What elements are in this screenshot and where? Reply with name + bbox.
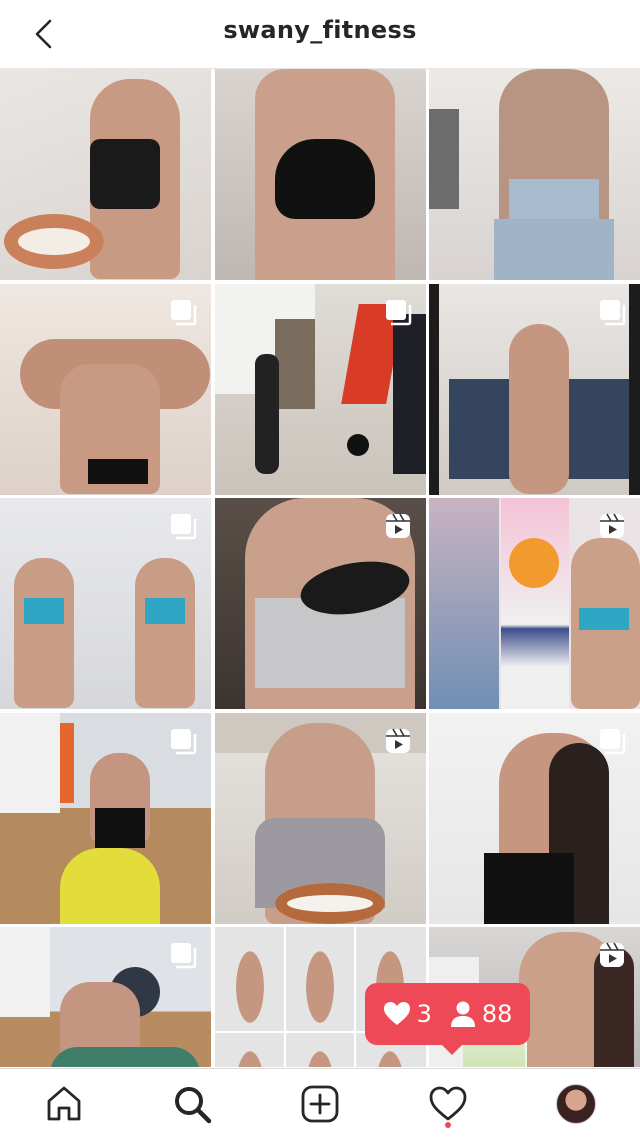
post-thumbnail-detail [509,538,559,588]
photo-grid [0,69,640,1067]
grid-post-12[interactable] [429,712,640,924]
carousel-icon [600,728,626,754]
post-thumbnail-detail [579,608,629,630]
grid-post-5[interactable] [214,283,426,495]
post-thumbnail [135,558,195,708]
post-thumbnail-detail [145,598,185,624]
activity-notification-bubble[interactable]: 3 88 [365,983,530,1055]
post-thumbnail-detail [429,109,459,209]
post-thumbnail-detail [90,139,160,209]
carousel-icon [385,299,411,325]
grid-post-1[interactable] [0,69,211,280]
home-icon [47,1086,81,1121]
bottom-navigation [0,1068,640,1139]
post-thumbnail-detail [60,722,74,803]
post-thumbnail-detail [88,458,148,484]
followers-count: 88 [481,1000,513,1028]
grid-post-7[interactable] [0,498,211,709]
grid-post-6[interactable] [429,283,640,495]
grid-post-9[interactable] [429,498,640,709]
carousel-icon [171,514,197,540]
reels-icon [600,513,624,538]
post-thumbnail-detail [60,847,160,924]
post-thumbnail-detail [494,219,614,280]
grid-post-11[interactable] [214,712,426,924]
post-thumbnail-detail [274,139,375,219]
grid-post-13[interactable] [0,927,211,1067]
grid-post-3[interactable] [429,69,640,280]
search-icon [175,1087,212,1124]
post-thumbnail-detail [254,353,279,474]
post-thumbnail-detail [274,882,385,924]
nav-activity-button[interactable] [418,1074,478,1134]
grid-post-4[interactable] [0,283,211,495]
carousel-icon [171,943,197,969]
post-thumbnail [14,558,74,708]
activity-dot [445,1122,451,1128]
reels-icon [600,942,624,967]
grid-post-2[interactable] [214,69,426,280]
post-thumbnail [0,927,50,1017]
post-thumbnail-detail [484,852,574,924]
nav-profile-button[interactable] [546,1074,606,1134]
activity-heart-icon [429,1086,467,1121]
top-bar: swany_fitness [0,0,640,69]
person-icon [450,1001,475,1027]
post-thumbnail-detail [392,313,426,474]
heart-icon [383,1002,410,1025]
post-thumbnail-detail [274,318,315,409]
profile-avatar [556,1084,596,1124]
grid-post-8[interactable] [214,498,426,709]
likes-count: 3 [416,1000,432,1028]
followers-group: 88 [450,1000,513,1028]
post-thumbnail [429,498,499,709]
post-thumbnail-detail [24,598,64,624]
post-thumbnail-detail [509,179,599,219]
post-thumbnail [0,712,60,813]
post-thumbnail-detail [501,498,569,709]
nav-search-button[interactable] [162,1074,222,1134]
post-thumbnail-detail [509,323,569,494]
post-thumbnail-detail [95,807,145,848]
reels-icon [385,728,410,753]
reels-icon [385,513,410,538]
new-post-icon [301,1085,339,1123]
carousel-icon [171,728,197,754]
post-thumbnail-detail [50,1047,200,1067]
likes-group: 3 [383,1000,432,1028]
nav-home-button[interactable] [34,1074,94,1134]
post-thumbnail-detail [4,214,104,269]
post-thumbnail-detail [346,433,369,456]
carousel-icon [600,299,626,325]
profile-username-title: swany_fitness [223,16,417,44]
carousel-icon [171,299,197,325]
nav-new-post-button[interactable] [290,1074,350,1134]
grid-post-10[interactable] [0,712,211,924]
